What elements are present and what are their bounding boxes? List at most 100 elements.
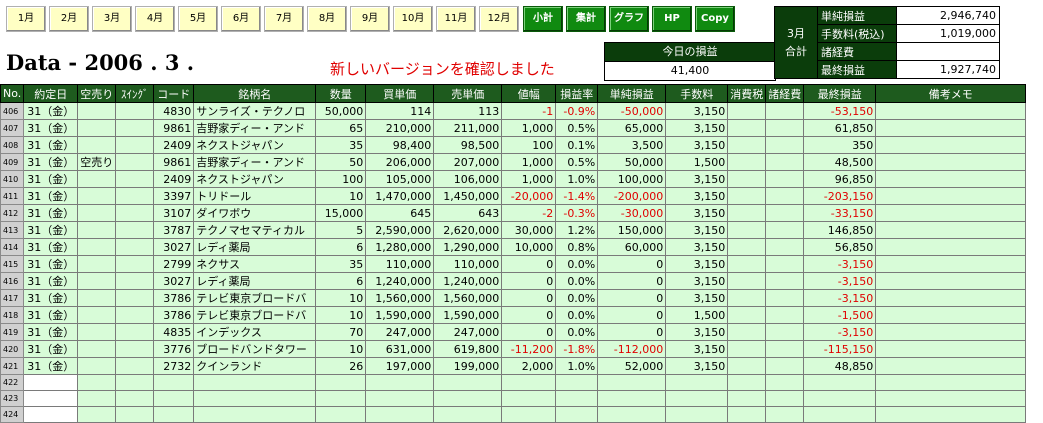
pl-rate-cell[interactable]: 0.0% bbox=[555, 255, 599, 273]
stock-name-cell[interactable]: ブロードバンドタワー bbox=[193, 340, 317, 358]
price-diff-cell[interactable] bbox=[501, 374, 557, 391]
stock-name-cell[interactable]: レディ薬局 bbox=[193, 238, 317, 256]
month-button-5[interactable]: 5月 bbox=[178, 6, 218, 32]
buy-price-cell[interactable]: 1,240,000 bbox=[365, 272, 435, 290]
month-button-4[interactable]: 4月 bbox=[135, 6, 175, 32]
expense-cell[interactable] bbox=[765, 119, 805, 137]
buy-price-cell[interactable]: 1,280,000 bbox=[365, 238, 435, 256]
quantity-cell[interactable] bbox=[315, 374, 367, 391]
tax-cell[interactable] bbox=[727, 187, 767, 205]
stock-name-cell[interactable] bbox=[193, 374, 317, 391]
expense-cell[interactable] bbox=[765, 340, 805, 358]
stock-name-cell[interactable]: トリドール bbox=[193, 187, 317, 205]
swing-cell[interactable] bbox=[115, 238, 155, 256]
stock-name-cell[interactable]: テレビ東京ブロードバ bbox=[193, 289, 317, 307]
buy-price-cell[interactable]: 2,590,000 bbox=[365, 221, 435, 239]
expense-cell[interactable] bbox=[765, 187, 805, 205]
pl-rate-cell[interactable]: -0.9% bbox=[555, 102, 599, 120]
trade-date-cell[interactable]: 31（金） bbox=[23, 255, 79, 273]
tax-cell[interactable] bbox=[727, 221, 767, 239]
summary-value[interactable]: 1,927,740 bbox=[896, 60, 1000, 79]
stock-name-cell[interactable]: インデックス bbox=[193, 323, 317, 341]
simple-pl-cell[interactable]: 150,000 bbox=[597, 221, 667, 239]
short-sell-cell[interactable] bbox=[77, 221, 117, 239]
swing-cell[interactable] bbox=[115, 170, 155, 188]
summary-value[interactable]: 1,019,000 bbox=[896, 24, 1000, 43]
memo-cell[interactable] bbox=[875, 102, 1027, 120]
pl-rate-cell[interactable]: 0.5% bbox=[555, 119, 599, 137]
sell-price-cell[interactable]: 207,000 bbox=[433, 153, 503, 171]
quantity-cell[interactable]: 50,000 bbox=[315, 102, 367, 120]
memo-cell[interactable] bbox=[875, 323, 1027, 341]
buy-price-cell[interactable]: 1,590,000 bbox=[365, 306, 435, 324]
stock-name-cell[interactable]: クインランド bbox=[193, 357, 317, 375]
final-pl-cell[interactable]: -33,150 bbox=[803, 204, 877, 222]
fee-cell[interactable]: 3,150 bbox=[665, 323, 729, 341]
pl-rate-cell[interactable]: 0.1% bbox=[555, 136, 599, 154]
fee-cell[interactable]: 3,150 bbox=[665, 340, 729, 358]
stock-name-cell[interactable]: テレビ東京ブロードバ bbox=[193, 306, 317, 324]
code-cell[interactable]: 3787 bbox=[153, 221, 195, 239]
month-button-12[interactable]: 12月 bbox=[479, 6, 519, 32]
tax-cell[interactable] bbox=[727, 390, 767, 407]
swing-cell[interactable] bbox=[115, 153, 155, 171]
quantity-cell[interactable]: 10 bbox=[315, 306, 367, 324]
code-cell[interactable]: 2732 bbox=[153, 357, 195, 375]
fee-cell[interactable]: 3,150 bbox=[665, 187, 729, 205]
tax-cell[interactable] bbox=[727, 406, 767, 423]
simple-pl-cell[interactable]: 0 bbox=[597, 323, 667, 341]
expense-cell[interactable] bbox=[765, 136, 805, 154]
final-pl-cell[interactable]: -1,500 bbox=[803, 306, 877, 324]
final-pl-cell[interactable]: -115,150 bbox=[803, 340, 877, 358]
final-pl-cell[interactable] bbox=[803, 390, 877, 407]
memo-cell[interactable] bbox=[875, 406, 1027, 423]
pl-rate-cell[interactable] bbox=[555, 390, 599, 407]
swing-cell[interactable] bbox=[115, 374, 155, 391]
expense-cell[interactable] bbox=[765, 255, 805, 273]
stock-name-cell[interactable]: 吉野家ディー・アンド bbox=[193, 153, 317, 171]
swing-cell[interactable] bbox=[115, 102, 155, 120]
fee-cell[interactable]: 3,150 bbox=[665, 357, 729, 375]
memo-cell[interactable] bbox=[875, 204, 1027, 222]
expense-cell[interactable] bbox=[765, 221, 805, 239]
final-pl-cell[interactable]: 61,850 bbox=[803, 119, 877, 137]
trade-date-cell[interactable]: 31（金） bbox=[23, 238, 79, 256]
trade-date-cell[interactable]: 31（金） bbox=[23, 272, 79, 290]
quantity-cell[interactable]: 65 bbox=[315, 119, 367, 137]
quantity-cell[interactable]: 50 bbox=[315, 153, 367, 171]
fee-cell[interactable]: 3,150 bbox=[665, 221, 729, 239]
swing-cell[interactable] bbox=[115, 221, 155, 239]
fee-cell[interactable]: 3,150 bbox=[665, 136, 729, 154]
sell-price-cell[interactable]: 2,620,000 bbox=[433, 221, 503, 239]
buy-price-cell[interactable]: 210,000 bbox=[365, 119, 435, 137]
memo-cell[interactable] bbox=[875, 119, 1027, 137]
code-cell[interactable]: 3397 bbox=[153, 187, 195, 205]
month-button-7[interactable]: 7月 bbox=[264, 6, 304, 32]
tax-cell[interactable] bbox=[727, 272, 767, 290]
buy-price-cell[interactable] bbox=[365, 374, 435, 391]
expense-cell[interactable] bbox=[765, 406, 805, 423]
memo-cell[interactable] bbox=[875, 170, 1027, 188]
tax-cell[interactable] bbox=[727, 153, 767, 171]
tax-cell[interactable] bbox=[727, 323, 767, 341]
stock-name-cell[interactable] bbox=[193, 390, 317, 407]
final-pl-cell[interactable]: 146,850 bbox=[803, 221, 877, 239]
code-cell[interactable]: 2409 bbox=[153, 136, 195, 154]
code-cell[interactable]: 4830 bbox=[153, 102, 195, 120]
quantity-cell[interactable]: 100 bbox=[315, 170, 367, 188]
sell-price-cell[interactable]: 1,290,000 bbox=[433, 238, 503, 256]
quantity-cell[interactable] bbox=[315, 406, 367, 423]
buy-price-cell[interactable]: 110,000 bbox=[365, 255, 435, 273]
month-button-6[interactable]: 6月 bbox=[221, 6, 261, 32]
quantity-cell[interactable]: 5 bbox=[315, 221, 367, 239]
fee-cell[interactable] bbox=[665, 406, 729, 423]
tax-cell[interactable] bbox=[727, 204, 767, 222]
sell-price-cell[interactable]: 1,240,000 bbox=[433, 272, 503, 290]
memo-cell[interactable] bbox=[875, 221, 1027, 239]
stock-name-cell[interactable]: ネクストジャパン bbox=[193, 136, 317, 154]
expense-cell[interactable] bbox=[765, 306, 805, 324]
tax-cell[interactable] bbox=[727, 170, 767, 188]
sell-price-cell[interactable] bbox=[433, 390, 503, 407]
simple-pl-cell[interactable]: -30,000 bbox=[597, 204, 667, 222]
final-pl-cell[interactable]: -3,150 bbox=[803, 323, 877, 341]
